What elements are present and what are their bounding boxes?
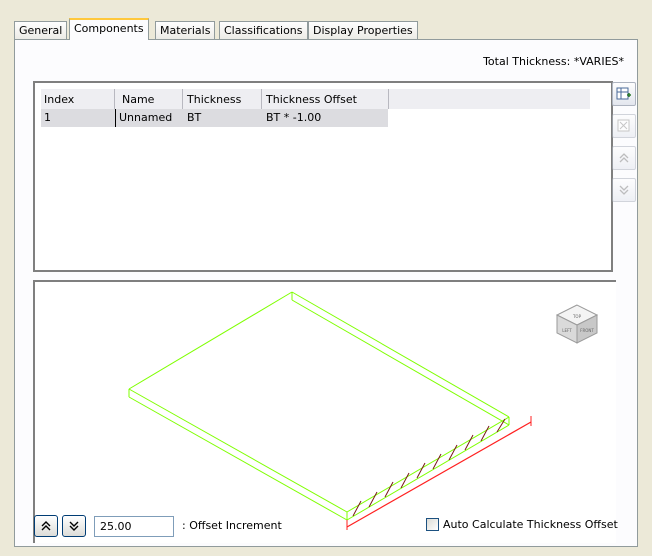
components-grid[interactable]: Index Name Thickness Thickness Offset 1 …	[33, 81, 613, 272]
bottom-controls: 25.00 : Offset Increment Auto Calculate …	[0, 512, 652, 542]
table-row[interactable]: 1 Unnamed BT BT * -1.00	[41, 109, 388, 127]
add-component-icon	[616, 87, 631, 100]
slab-preview-drawing: TOP LEFT FRONT	[128, 291, 599, 530]
move-up-icon	[619, 153, 629, 163]
increment-down-button[interactable]	[62, 515, 86, 537]
column-header-index[interactable]: Index	[41, 89, 115, 109]
auto-calculate-checkbox[interactable]	[426, 518, 439, 531]
auto-calculate-label[interactable]: Auto Calculate Thickness Offset	[443, 518, 618, 531]
add-component-button[interactable]	[612, 82, 636, 106]
viewcube-left-face[interactable]: LEFT	[562, 328, 572, 333]
components-panel: Total Thickness: *VARIES* Index Name Thi…	[14, 39, 638, 547]
remove-component-button[interactable]	[612, 114, 636, 138]
tab-display-properties[interactable]: Display Properties	[308, 21, 418, 39]
increment-up-button[interactable]	[34, 515, 58, 537]
tab-components[interactable]: Components	[69, 18, 149, 40]
component-preview-viewport[interactable]: TOP LEFT FRONT	[33, 280, 616, 543]
move-down-button[interactable]	[612, 178, 636, 202]
column-header-name[interactable]: Name	[119, 89, 183, 109]
viewcube-front-face[interactable]: FRONT	[580, 328, 594, 333]
cell-thickness[interactable]: BT	[184, 109, 262, 127]
cell-thickness-offset[interactable]: BT * -1.00	[263, 109, 388, 127]
tab-classifications[interactable]: Classifications	[219, 21, 308, 39]
remove-component-icon	[617, 119, 630, 132]
column-header-thickness[interactable]: Thickness	[184, 89, 262, 109]
move-up-button[interactable]	[612, 146, 636, 170]
viewcube[interactable]: TOP LEFT FRONT	[555, 304, 599, 344]
tab-general[interactable]: General	[14, 21, 68, 39]
column-header-thickness-offset[interactable]: Thickness Offset	[263, 89, 389, 109]
cell-name[interactable]: Unnamed	[115, 109, 183, 127]
total-thickness-label: Total Thickness: *VARIES*	[483, 55, 624, 68]
cell-index[interactable]: 1	[41, 109, 115, 127]
double-chevron-up-icon	[41, 521, 51, 531]
slab-wireframe	[128, 291, 510, 521]
tab-materials[interactable]: Materials	[155, 21, 216, 39]
hatch-pattern	[352, 418, 506, 517]
grid-header: Index Name Thickness Thickness Offset	[41, 89, 590, 109]
move-down-icon	[619, 185, 629, 195]
offset-increment-input[interactable]: 25.00	[94, 516, 174, 537]
offset-increment-label: : Offset Increment	[182, 519, 282, 532]
double-chevron-down-icon	[69, 521, 79, 531]
viewcube-top-face[interactable]: TOP	[572, 314, 582, 319]
